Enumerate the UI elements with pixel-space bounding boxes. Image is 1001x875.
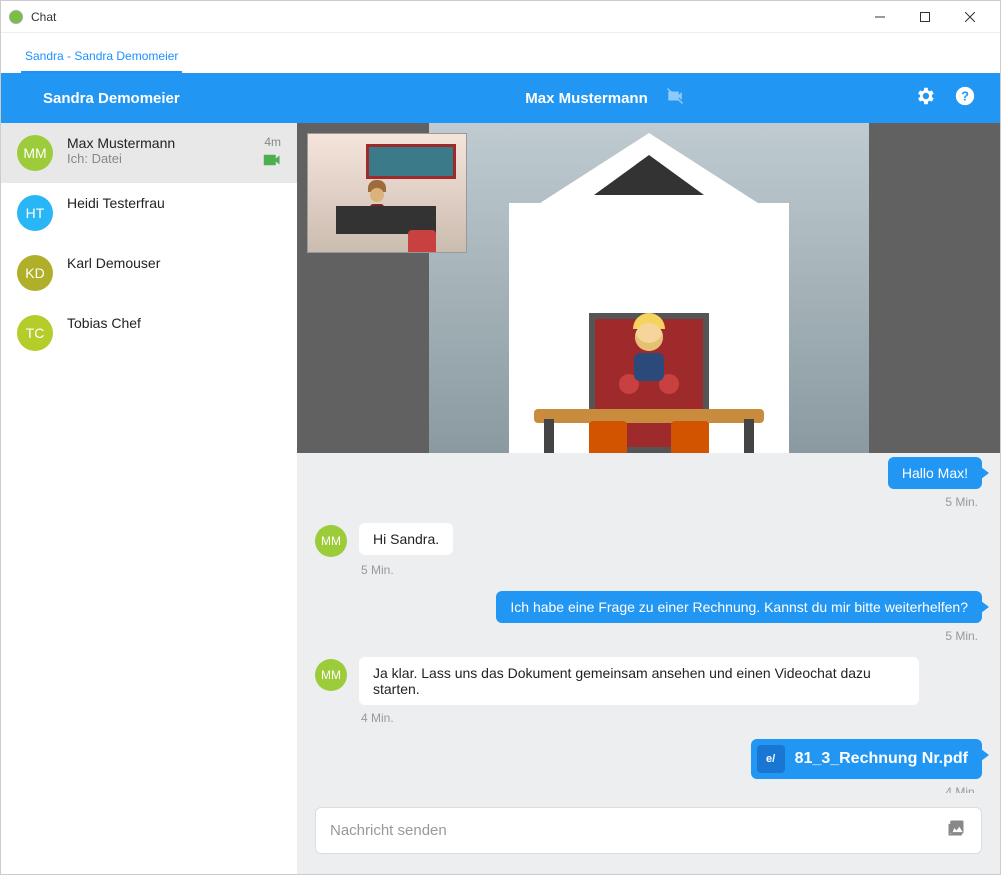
self-video-preview[interactable] (307, 133, 467, 253)
message-bubble: Ja klar. Lass uns das Dokument gemeinsam… (359, 657, 919, 705)
contact-item[interactable]: MM Max Mustermann Ich: Datei 4m (1, 123, 297, 183)
gear-icon[interactable] (914, 85, 936, 112)
contact-name: Max Mustermann (67, 135, 249, 151)
help-icon[interactable]: ? (954, 85, 976, 112)
peer-area: Max Mustermann (297, 87, 914, 110)
close-button[interactable] (947, 3, 992, 31)
video-active-icon (263, 153, 281, 171)
own-name: Sandra Demomeier (1, 90, 297, 107)
composer (297, 793, 1000, 874)
file-icon: e/ (757, 745, 785, 773)
contact-item[interactable]: KD Karl Demouser (1, 243, 297, 303)
message-time: 4 Min. (315, 785, 978, 793)
message-time: 5 Min. (315, 629, 978, 643)
header-actions: ? (914, 85, 1000, 112)
contact-item[interactable]: HT Heidi Testerfrau (1, 183, 297, 243)
peer-name: Max Mustermann (525, 90, 648, 107)
window-controls (857, 3, 992, 31)
camera-off-icon[interactable] (664, 87, 686, 110)
message-bubble: Ich habe eine Frage zu einer Rechnung. K… (496, 591, 982, 623)
message-time: 5 Min. (315, 495, 978, 509)
minimize-button[interactable] (857, 3, 902, 31)
message-bubble: Hallo Max! (888, 457, 982, 489)
app-icon (9, 10, 23, 24)
svg-text:?: ? (961, 88, 969, 103)
message-bubble: Hi Sandra. (359, 523, 453, 555)
chat-header: Sandra Demomeier Max Mustermann ? (1, 73, 1000, 123)
contact-item[interactable]: TC Tobias Chef (1, 303, 297, 363)
message-input[interactable] (330, 822, 945, 839)
tab-bar: Sandra - Sandra Demomeier (1, 33, 1000, 73)
contact-subtitle: Ich: Datei (67, 151, 249, 166)
body: MM Max Mustermann Ich: Datei 4m HT Heidi… (1, 123, 1000, 874)
avatar: MM (315, 659, 347, 691)
avatar: TC (17, 315, 53, 351)
contact-name: Heidi Testerfrau (67, 195, 281, 211)
maximize-button[interactable] (902, 3, 947, 31)
avatar: HT (17, 195, 53, 231)
avatar: MM (17, 135, 53, 171)
message-time: 4 Min. (361, 711, 982, 725)
chat-panel: Hallo Max! 5 Min. MM Hi Sandra. 5 Min. I… (297, 123, 1000, 874)
message-outgoing: Ich habe eine Frage zu einer Rechnung. K… (315, 591, 982, 623)
message-time: 5 Min. (361, 563, 982, 577)
message-incoming: MM Hi Sandra. (315, 523, 982, 557)
window-title: Chat (31, 10, 857, 24)
video-area (297, 123, 1000, 453)
composer-box (315, 807, 982, 854)
contact-name: Tobias Chef (67, 315, 281, 331)
remote-video[interactable] (429, 123, 869, 453)
contact-name: Karl Demouser (67, 255, 281, 271)
file-attachment[interactable]: e/ 81_3_Rechnung Nr.pdf (751, 739, 982, 779)
avatar: MM (315, 525, 347, 557)
contact-time: 4m (264, 135, 281, 149)
message-incoming: MM Ja klar. Lass uns das Dokument gemein… (315, 657, 982, 705)
titlebar: Chat (1, 1, 1000, 33)
message-outgoing-file: e/ 81_3_Rechnung Nr.pdf (315, 739, 982, 779)
file-name: 81_3_Rechnung Nr.pdf (795, 750, 968, 768)
message-outgoing: Hallo Max! (315, 457, 982, 489)
image-attach-icon[interactable] (945, 818, 967, 843)
tab-active[interactable]: Sandra - Sandra Demomeier (21, 41, 182, 73)
avatar: KD (17, 255, 53, 291)
message-list[interactable]: Hallo Max! 5 Min. MM Hi Sandra. 5 Min. I… (297, 453, 1000, 793)
contact-list: MM Max Mustermann Ich: Datei 4m HT Heidi… (1, 123, 297, 874)
